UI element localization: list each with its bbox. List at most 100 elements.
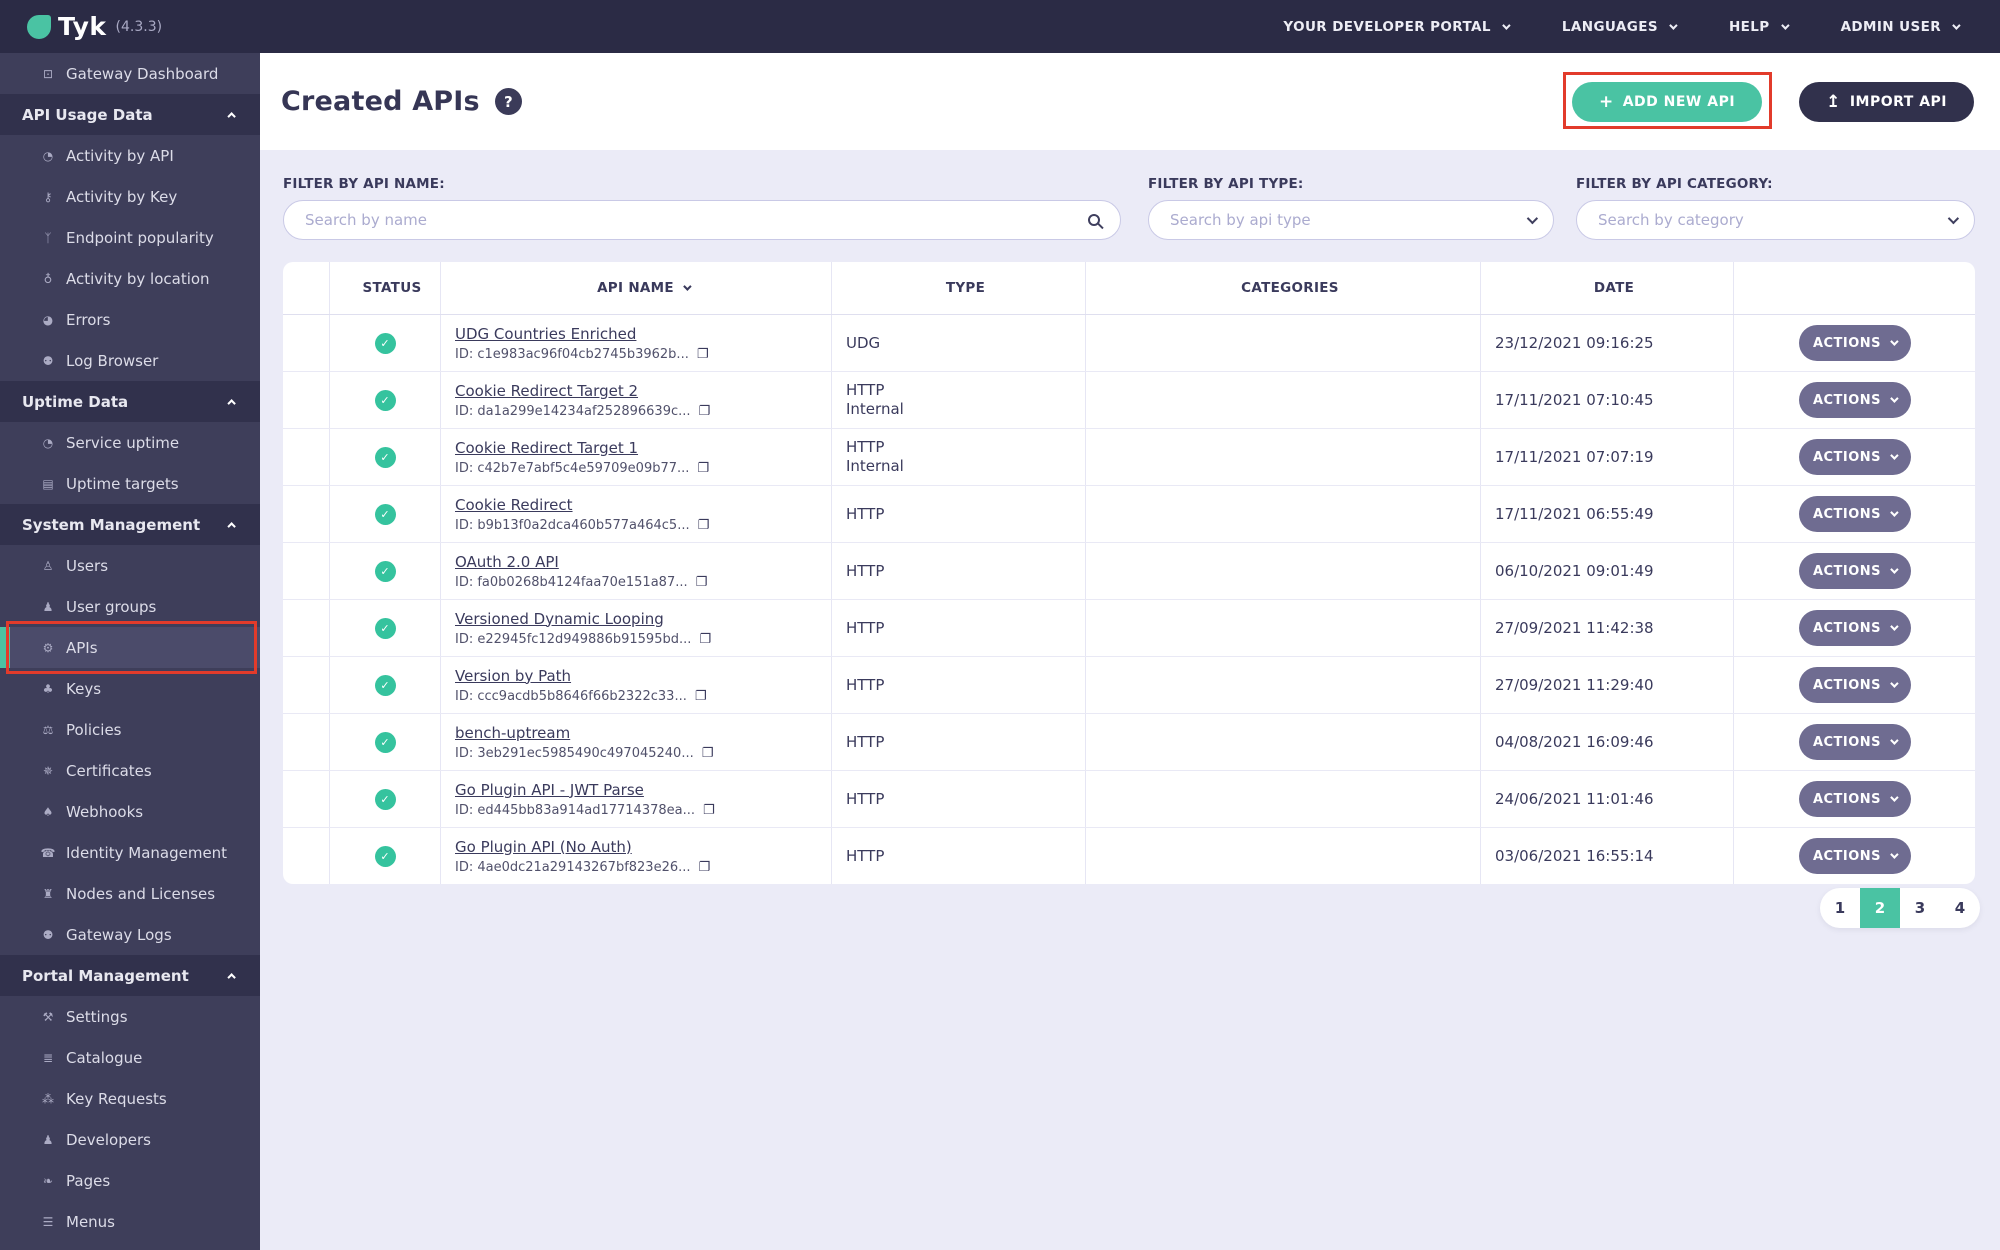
- sidebar-item-gateway-logs[interactable]: ⚉ Gateway Logs: [0, 914, 260, 955]
- api-type-select[interactable]: Search by api type: [1148, 200, 1554, 240]
- copy-icon[interactable]: ❐: [697, 347, 709, 362]
- topbar-menu-languages[interactable]: LANGUAGES: [1562, 19, 1678, 35]
- status-active-icon: ✓: [374, 617, 396, 639]
- chevron-down-icon: [1890, 679, 1899, 688]
- sidebar-header-system-management[interactable]: System Management: [0, 504, 260, 545]
- sidebar-item-nodes-and-licenses[interactable]: ♜ Nodes and Licenses: [0, 873, 260, 914]
- actions-button[interactable]: ACTIONS: [1798, 781, 1911, 817]
- table-row: ✓ bench-uptream ID: 3eb291ec5985490c4970…: [283, 713, 1975, 770]
- api-name-link[interactable]: Go Plugin API - JWT Parse: [455, 781, 644, 799]
- search-by-name-input[interactable]: [305, 211, 1088, 229]
- api-name-link[interactable]: bench-uptream: [455, 724, 570, 742]
- sidebar-header-portal-management[interactable]: Portal Management: [0, 955, 260, 996]
- bug-icon: ⚉: [42, 927, 54, 942]
- api-name-link[interactable]: Cookie Redirect: [455, 496, 573, 514]
- chevron-down-icon: [1947, 212, 1960, 225]
- table-row: ✓ Cookie Redirect Target 2 ID: da1a299e1…: [283, 371, 1975, 428]
- sidebar-header-uptime-data[interactable]: Uptime Data: [0, 381, 260, 422]
- chevron-down-icon: [1952, 20, 1961, 30]
- sidebar-item-webhooks[interactable]: ♠ Webhooks: [0, 791, 260, 832]
- api-type-cell: HTTP Internal: [831, 372, 1085, 428]
- sidebar-item-pages[interactable]: ❧ Pages: [0, 1160, 260, 1201]
- api-name-link[interactable]: Versioned Dynamic Looping: [455, 610, 664, 628]
- api-name-link[interactable]: Cookie Redirect Target 1: [455, 439, 638, 457]
- topbar-menu-help[interactable]: HELP: [1729, 19, 1790, 35]
- column-status: STATUS: [329, 262, 440, 314]
- api-categories-cell: [1085, 315, 1480, 371]
- actions-button[interactable]: ACTIONS: [1798, 553, 1911, 589]
- chevron-down-icon: [1890, 793, 1899, 802]
- tyk-logo[interactable]: Tyk: [27, 12, 107, 41]
- pagination-page-3[interactable]: 3: [1900, 888, 1940, 928]
- sidebar-item-developers[interactable]: ♟ Developers: [0, 1119, 260, 1160]
- copy-icon[interactable]: ❐: [698, 518, 710, 533]
- sidebar-item-menus[interactable]: ☰ Menus: [0, 1201, 260, 1242]
- api-category-select[interactable]: Search by category: [1576, 200, 1975, 240]
- sidebar-item-policies[interactable]: ⚖ Policies: [0, 709, 260, 750]
- api-name-link[interactable]: OAuth 2.0 API: [455, 553, 559, 571]
- copy-icon[interactable]: ❐: [697, 461, 709, 476]
- api-type-cell: HTTP: [831, 486, 1085, 542]
- topbar-menu-your-developer-portal[interactable]: YOUR DEVELOPER PORTAL: [1283, 19, 1511, 35]
- copy-icon[interactable]: ❐: [699, 632, 711, 647]
- key-icon: ⚷: [43, 189, 53, 204]
- sidebar-item-gateway-dashboard[interactable]: ⊡ Gateway Dashboard: [0, 53, 260, 94]
- copy-icon[interactable]: ❐: [696, 575, 708, 590]
- actions-button[interactable]: ACTIONS: [1798, 838, 1911, 874]
- add-new-api-button[interactable]: + ADD NEW API: [1571, 81, 1763, 122]
- copy-icon[interactable]: ❐: [702, 746, 714, 761]
- sidebar-item-activity-by-api[interactable]: ◔ Activity by API: [0, 135, 260, 176]
- actions-button[interactable]: ACTIONS: [1798, 610, 1911, 646]
- sidebar-item-identity-management[interactable]: ☎ Identity Management: [0, 832, 260, 873]
- api-id-text: ID: 4ae0dc21a29143267bf823e26...: [455, 859, 691, 875]
- sidebar-item-key-requests[interactable]: ⁂ Key Requests: [0, 1078, 260, 1119]
- actions-button[interactable]: ACTIONS: [1798, 496, 1911, 532]
- sidebar-header-api-usage-data[interactable]: API Usage Data: [0, 94, 260, 135]
- help-icon[interactable]: ?: [494, 88, 522, 115]
- pagination-page-4[interactable]: 4: [1940, 888, 1980, 928]
- chevron-down-icon: [1890, 337, 1899, 346]
- status-active-icon: ✓: [374, 731, 396, 753]
- actions-button[interactable]: ACTIONS: [1798, 382, 1911, 418]
- import-api-button[interactable]: ↥ IMPORT API: [1799, 81, 1974, 122]
- sidebar-item-log-browser[interactable]: ⚉ Log Browser: [0, 340, 260, 381]
- sidebar-item-settings[interactable]: ⚒ Settings: [0, 996, 260, 1037]
- sidebar-item-activity-by-location[interactable]: ♁ Activity by location: [0, 258, 260, 299]
- sidebar-item-activity-by-key[interactable]: ⚷ Activity by Key: [0, 176, 260, 217]
- topbar-menu-admin-user[interactable]: ADMIN USER: [1841, 19, 1961, 35]
- status-active-icon: ✓: [374, 788, 396, 810]
- pagination-page-1[interactable]: 1: [1820, 888, 1860, 928]
- api-name-link[interactable]: Version by Path: [455, 667, 571, 685]
- pagination-page-2[interactable]: 2: [1860, 888, 1900, 928]
- chevron-up-icon: [227, 972, 236, 982]
- sidebar-item-keys[interactable]: ♣ Keys: [0, 668, 260, 709]
- sidebar-item-endpoint-popularity[interactable]: ᛉ Endpoint popularity: [0, 217, 260, 258]
- actions-button[interactable]: ACTIONS: [1798, 325, 1911, 361]
- search-icon[interactable]: [1088, 214, 1100, 226]
- sidebar-item-uptime-targets[interactable]: ▤ Uptime targets: [0, 463, 260, 504]
- chevron-down-icon: [1890, 622, 1899, 631]
- column-date: DATE: [1480, 262, 1733, 314]
- sidebar-item-users[interactable]: ♙ Users: [0, 545, 260, 586]
- actions-button[interactable]: ACTIONS: [1798, 439, 1911, 475]
- copy-icon[interactable]: ❐: [699, 404, 711, 419]
- api-name-link[interactable]: Cookie Redirect Target 2: [455, 382, 638, 400]
- copy-icon[interactable]: ❐: [699, 860, 711, 875]
- column-api-name[interactable]: API NAME: [440, 262, 831, 314]
- sidebar-item-errors[interactable]: ◕ Errors: [0, 299, 260, 340]
- actions-button[interactable]: ACTIONS: [1798, 667, 1911, 703]
- actions-button[interactable]: ACTIONS: [1798, 724, 1911, 760]
- sidebar-item-service-uptime[interactable]: ◔ Service uptime: [0, 422, 260, 463]
- api-name-link[interactable]: Go Plugin API (No Auth): [455, 838, 632, 856]
- topbar-menu: YOUR DEVELOPER PORTAL LANGUAGES HELP ADM…: [1283, 19, 1961, 35]
- logo-text: Tyk: [58, 12, 107, 41]
- monitor-icon: ⊡: [42, 66, 54, 81]
- sidebar-item-apis[interactable]: ⚙ APIs: [0, 621, 260, 674]
- sidebar-item-user-groups[interactable]: ♟ User groups: [0, 586, 260, 627]
- table-row: ✓ Versioned Dynamic Looping ID: e22945fc…: [283, 599, 1975, 656]
- sidebar-item-certificates[interactable]: ✵ Certificates: [0, 750, 260, 791]
- api-name-link[interactable]: UDG Countries Enriched: [455, 325, 636, 343]
- copy-icon[interactable]: ❐: [695, 689, 707, 704]
- copy-icon[interactable]: ❐: [703, 803, 715, 818]
- sidebar-item-catalogue[interactable]: ≣ Catalogue: [0, 1037, 260, 1078]
